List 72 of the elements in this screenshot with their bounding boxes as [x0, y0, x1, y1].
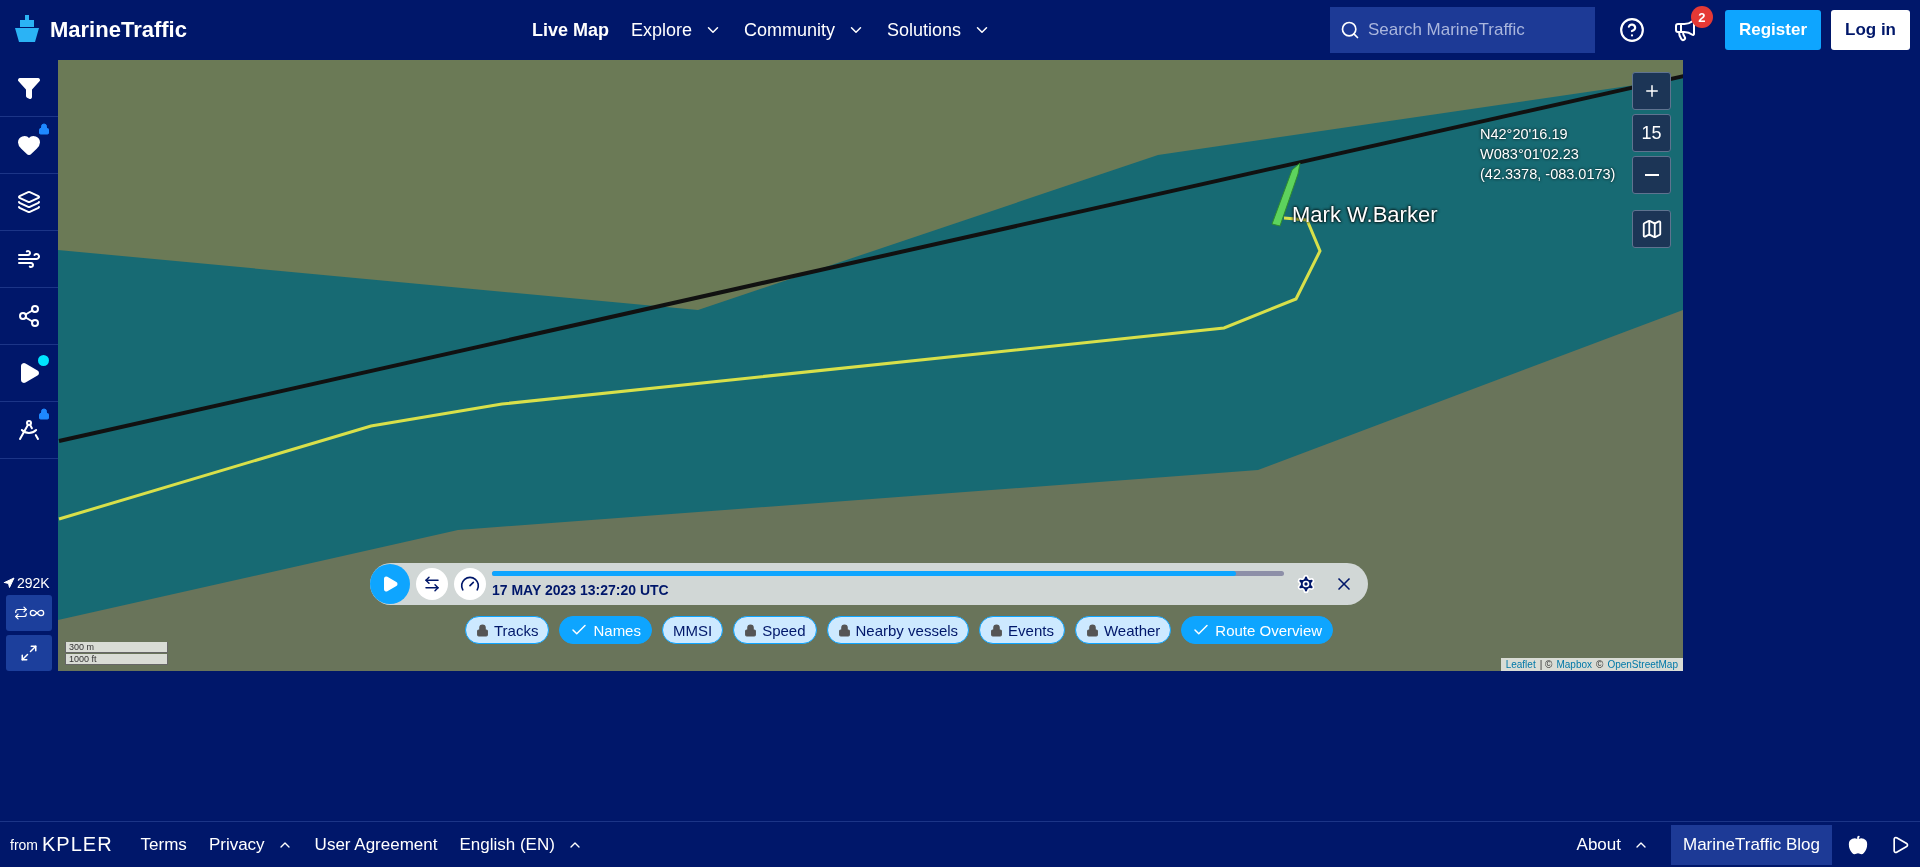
layer-toggle-chip[interactable]: Nearby vessels [826, 616, 970, 644]
attribution-link[interactable]: Leaflet [1505, 659, 1536, 670]
help-icon [1619, 17, 1645, 43]
lock-icon [476, 623, 489, 637]
attribution-separator: © [1596, 659, 1604, 670]
nav-link[interactable]: Community [744, 19, 866, 41]
play-button[interactable] [370, 564, 410, 604]
nav-link[interactable]: Live Map [531, 19, 609, 41]
repeat-icon [13, 606, 28, 620]
apple-icon[interactable] [1848, 834, 1868, 855]
filter-icon [17, 76, 41, 100]
layer-toggle-chip[interactable]: Weather [1074, 616, 1172, 644]
lock-icon [990, 623, 1004, 637]
map-type-button[interactable] [1632, 210, 1671, 248]
layer-toggle-chip[interactable]: Tracks [465, 616, 550, 644]
settings-icon [1296, 573, 1316, 595]
coordinate-text: W083°01'02.23 [1480, 145, 1580, 164]
scale-bar: 1000 ft [65, 654, 168, 665]
layer-toggle-chip[interactable]: Speed [733, 616, 817, 644]
attribution-link[interactable]: OpenStreetMap [1607, 659, 1678, 670]
vessel-name: Mark W.Barker [1292, 202, 1438, 228]
layer-toggle-chip[interactable]: Events [979, 616, 1065, 644]
wind-icon [17, 247, 41, 271]
nav-link[interactable]: Solutions [887, 19, 992, 41]
attribution-link[interactable]: Mapbox [1556, 659, 1592, 670]
blog-link[interactable]: MarineTraffic Blog [1671, 824, 1832, 865]
lock-icon [1085, 623, 1099, 637]
expand-icon [20, 644, 38, 662]
zoom-in-button[interactable] [1632, 72, 1671, 110]
map-icon [1640, 218, 1663, 240]
layer-toggle-chip[interactable]: MMSI [661, 616, 724, 644]
zoom-level: 15 [1632, 114, 1671, 152]
fullscreen-button[interactable] [6, 635, 52, 671]
play-icon [381, 575, 399, 593]
lock-icon [38, 123, 50, 135]
from-label: from [10, 836, 38, 853]
zoom-out-button[interactable] [1632, 156, 1671, 194]
refresh-infinite-button[interactable] [6, 595, 52, 631]
footer-link[interactable]: Terms [140, 834, 187, 855]
timestamp: 17 MAY 2023 13:27:20 UTC [492, 581, 670, 598]
satellite-map[interactable] [58, 60, 1683, 671]
speed-button[interactable] [454, 568, 486, 600]
vessel-count: 292K [17, 575, 50, 591]
footer-link[interactable]: About [1576, 834, 1649, 855]
brand-name[interactable]: MarineTraffic [50, 17, 187, 43]
company-logo[interactable]: KPLER [42, 833, 113, 856]
notification-dot [38, 355, 49, 366]
search-icon [1340, 20, 1360, 40]
scale-bar: 300 m [65, 642, 168, 653]
nav-link[interactable]: Explore [630, 19, 722, 41]
network-icon [17, 304, 41, 328]
login-button[interactable]: Log in [1831, 10, 1910, 50]
heart-icon [17, 133, 41, 157]
footer-link[interactable]: User Agreement [314, 834, 438, 855]
swap-arrows-icon [423, 575, 441, 593]
lock-icon [744, 623, 758, 637]
footer-link[interactable]: English (EN) [459, 834, 583, 855]
compass-icon [17, 418, 41, 442]
megaphone-icon [1673, 18, 1697, 42]
play-store-icon[interactable] [1890, 834, 1910, 855]
swap-button[interactable] [416, 568, 448, 600]
lock-icon [38, 408, 50, 420]
minus-icon [1644, 174, 1659, 176]
attribution-separator: | © [1539, 659, 1553, 670]
coordinate-text: N42°20'16.19 [1480, 125, 1569, 144]
search-field[interactable]: Search MarineTraffic [1330, 7, 1595, 53]
vessel-icon [3, 577, 15, 589]
footer-link[interactable]: Privacy [208, 834, 293, 855]
lock-icon [837, 623, 851, 637]
coordinate-text: (42.3378, -083.0173) [1480, 165, 1616, 184]
layers-icon [17, 190, 41, 214]
notification-badge: 2 [1691, 6, 1713, 28]
